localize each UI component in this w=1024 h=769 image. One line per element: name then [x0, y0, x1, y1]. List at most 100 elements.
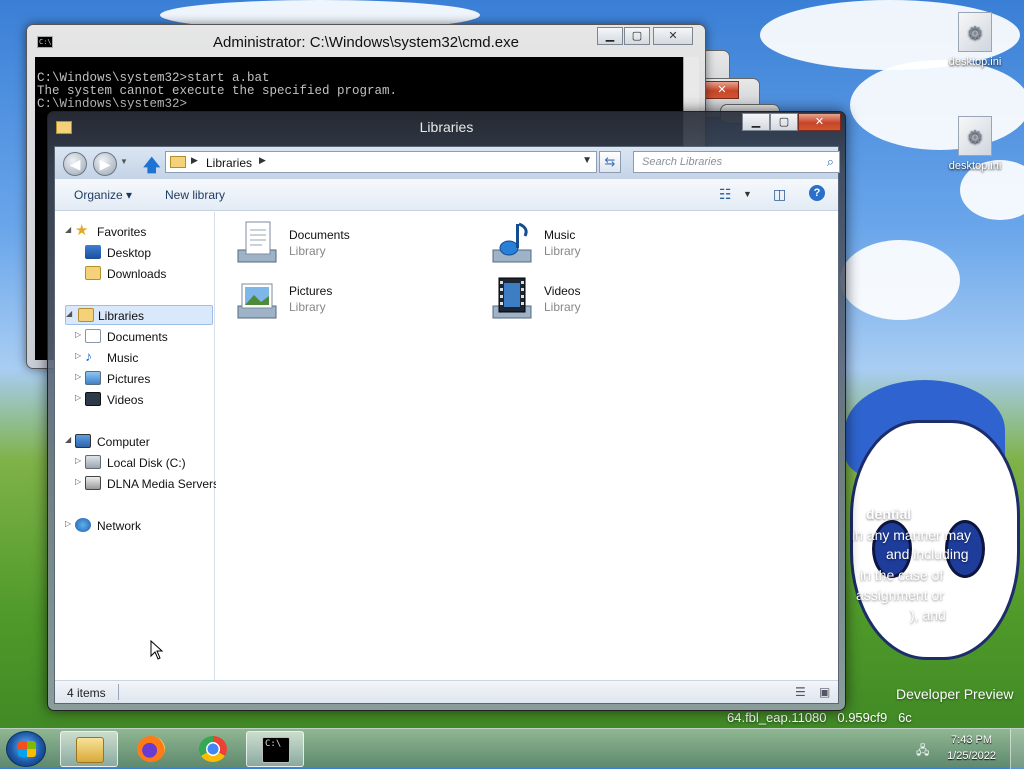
desktop-icon-label: desktop.ini — [948, 160, 1002, 172]
nav-label: DLNA Media Servers — [107, 477, 220, 491]
expand-triangle-icon[interactable]: ▷ — [75, 456, 81, 465]
nav-label: Videos — [107, 393, 144, 407]
clock-date: 1/25/2022 — [947, 750, 996, 762]
start-button[interactable] — [6, 731, 46, 767]
libraries-folder-icon — [170, 156, 186, 168]
collapse-triangle-icon[interactable]: ◢ — [65, 225, 71, 234]
large-icons-view-icon[interactable]: ▣ — [819, 685, 830, 699]
back-button[interactable]: ◀ — [63, 152, 87, 176]
close-button[interactable]: ✕ — [653, 27, 693, 45]
wallpaper-cloud — [840, 240, 960, 320]
breadcrumb-arrow-icon[interactable]: ▶ — [191, 155, 198, 166]
address-bar[interactable]: ▶ Libraries ▶ ▼ — [165, 151, 597, 173]
library-type: Library — [289, 244, 326, 258]
library-pictures[interactable]: Pictures Library — [234, 276, 474, 326]
nav-label: Pictures — [107, 372, 151, 386]
windows-logo-icon — [18, 741, 36, 757]
breadcrumb-arrow-icon[interactable]: ▶ — [259, 155, 266, 166]
nav-libraries[interactable]: ◢ Libraries — [65, 305, 213, 325]
library-type: Library — [544, 300, 581, 314]
up-arrow-icon[interactable]: 🡅 — [143, 153, 160, 182]
forward-button[interactable]: ▶ — [93, 152, 117, 176]
expand-triangle-icon[interactable]: ▷ — [75, 372, 81, 381]
taskbar-chrome-button[interactable] — [184, 731, 242, 767]
computer-icon — [75, 434, 91, 448]
nav-label: Computer — [97, 435, 150, 449]
change-view-icon[interactable]: ☷ — [719, 186, 732, 203]
search-input[interactable]: Search Libraries ⌕ — [633, 151, 840, 173]
organize-button[interactable]: Organize ▾ — [74, 188, 132, 202]
taskbar-firefox-button[interactable] — [122, 731, 180, 767]
pictures-library-icon — [237, 283, 277, 319]
library-documents[interactable]: Documents Library — [234, 220, 474, 270]
network-tray-icon[interactable]: 🖧 — [916, 741, 929, 762]
maximize-button[interactable]: ▢ — [770, 113, 798, 131]
expand-triangle-icon[interactable]: ▷ — [65, 519, 71, 528]
cmd-titlebar[interactable]: C:\ Administrator: C:\Windows\system32\c… — [27, 25, 705, 55]
libraries-content[interactable]: Documents Library Music Library Pictures… — [216, 212, 838, 680]
nav-label: Libraries — [98, 309, 145, 323]
nav-label: Network — [97, 519, 142, 533]
taskbar-cmd-button[interactable]: C:\ — [246, 731, 304, 767]
navigation-pane[interactable]: ◢ ★ Favorites Desktop Downloads ◢ Librar… — [55, 212, 219, 680]
chrome-icon — [199, 736, 227, 762]
documents-icon — [85, 329, 101, 343]
library-name: Videos — [544, 284, 581, 298]
refresh-button[interactable]: ⇆ — [599, 151, 621, 173]
command-bar: Organize ▾ New library ☷ ▼ ◫ ? — [55, 179, 838, 211]
libraries-icon — [78, 308, 94, 322]
collapse-triangle-icon[interactable]: ◢ — [66, 309, 72, 318]
desktop-icon-desktop-ini[interactable]: desktop.ini — [940, 12, 1010, 68]
system-clock[interactable]: 7:43 PM 1/25/2022 — [947, 732, 996, 764]
desktop-icon — [85, 245, 101, 259]
library-name: Pictures — [289, 284, 333, 298]
cmd-icon: C:\ — [262, 737, 290, 763]
view-options-chevron-icon[interactable]: ▼ — [743, 189, 752, 199]
show-desktop-button[interactable] — [1010, 729, 1024, 769]
search-icon[interactable]: ⌕ — [827, 154, 834, 170]
close-icon[interactable]: ✕ — [705, 81, 739, 99]
taskbar: C:\ 🖧 7:43 PM 1/25/2022 — [0, 728, 1024, 769]
music-icon: ♪ — [85, 348, 92, 364]
videos-icon — [85, 392, 101, 406]
taskbar-explorer-button[interactable] — [60, 731, 118, 767]
settings-file-icon — [958, 12, 992, 52]
wallpaper-watermark-text: in the case of — [860, 567, 944, 583]
explorer-frame: ◀ ▶ ▼ 🡅 ▶ Libraries ▶ ▼ ⇆ Search Librari… — [54, 146, 840, 704]
explorer-window[interactable]: Libraries ▁ ▢ ✕ ◀ ▶ ▼ 🡅 ▶ Libraries ▶ ▼ … — [47, 111, 846, 711]
expand-triangle-icon[interactable]: ▷ — [75, 393, 81, 402]
library-name: Music — [544, 228, 576, 242]
wallpaper-watermark-text: 64.fbl_eap.11080 0.959cf9 6c — [727, 710, 912, 725]
help-icon[interactable]: ? — [809, 185, 825, 201]
close-button[interactable]: ✕ — [798, 113, 841, 131]
desktop-icon-label: desktop.ini — [948, 56, 1002, 68]
library-music[interactable]: Music Library — [489, 220, 729, 270]
preview-pane-icon[interactable]: ◫ — [773, 186, 786, 203]
videos-library-icon — [492, 277, 532, 319]
expand-triangle-icon[interactable]: ▷ — [75, 330, 81, 339]
library-type: Library — [289, 300, 326, 314]
wallpaper-watermark-text: and including — [886, 546, 969, 562]
nav-label: Desktop — [107, 246, 152, 260]
expand-triangle-icon[interactable]: ▷ — [75, 351, 81, 360]
documents-library-icon — [237, 221, 277, 263]
collapse-triangle-icon[interactable]: ◢ — [65, 435, 71, 444]
wallpaper-watermark-text: Developer Preview — [896, 686, 1014, 702]
desktop-icon-desktop-ini[interactable]: desktop.ini — [940, 116, 1010, 172]
recent-pages-chevron-icon[interactable]: ▼ — [120, 157, 128, 166]
new-library-button[interactable]: New library — [165, 188, 225, 202]
minimize-button[interactable]: ▁ — [597, 27, 623, 45]
minimize-button[interactable]: ▁ — [742, 113, 770, 131]
firefox-icon — [137, 736, 165, 762]
library-name: Documents — [289, 228, 350, 242]
status-bar: 4 items ☰ ▣ — [55, 680, 838, 703]
breadcrumb-libraries[interactable]: Libraries — [206, 156, 252, 170]
nav-label: Local Disk (C:) — [107, 456, 186, 470]
mouse-cursor-icon — [150, 640, 164, 660]
maximize-button[interactable]: ▢ — [624, 27, 650, 45]
search-placeholder: Search Libraries — [642, 156, 723, 168]
expand-triangle-icon[interactable]: ▷ — [75, 477, 81, 486]
address-dropdown-icon[interactable]: ▼ — [582, 155, 592, 166]
details-view-icon[interactable]: ☰ — [795, 685, 806, 699]
library-videos[interactable]: Videos Library — [489, 276, 729, 326]
